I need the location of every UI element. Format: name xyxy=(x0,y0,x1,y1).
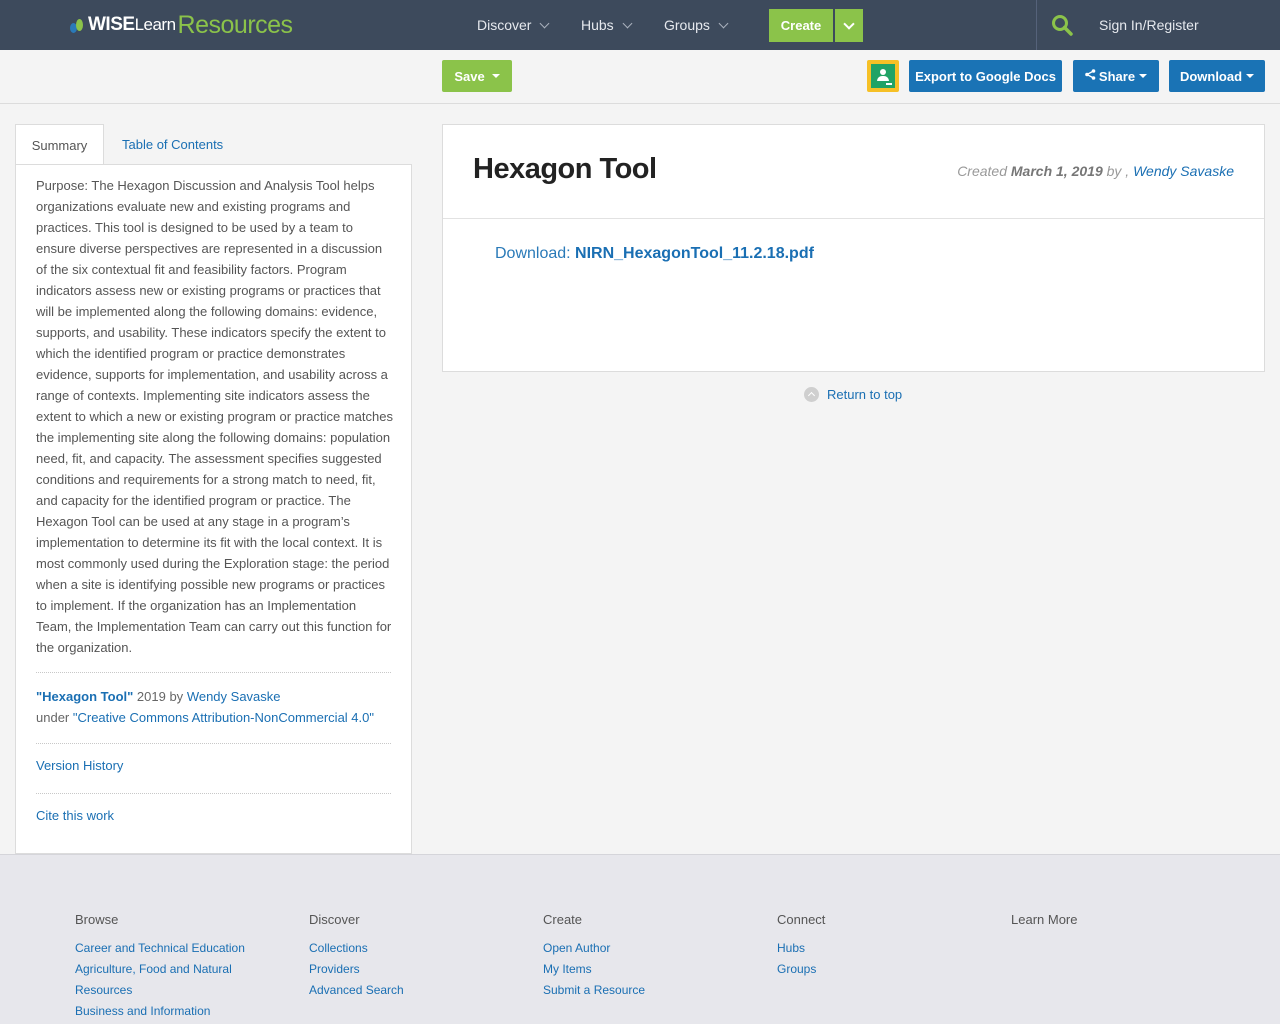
share-icon xyxy=(1085,69,1096,83)
site-logo[interactable]: WISE Learn Resources xyxy=(70,10,294,39)
resource-toolbar: Save Export to Google Docs Share Downloa… xyxy=(0,50,1280,104)
summary-text: Purpose: The Hexagon Discussion and Anal… xyxy=(36,178,393,655)
export-google-docs-button[interactable]: Export to Google Docs xyxy=(909,60,1062,92)
chevron-down-icon xyxy=(718,18,729,28)
caret-down-icon xyxy=(1246,74,1255,78)
nav-groups[interactable]: Groups xyxy=(664,0,729,50)
footer-column-browse: Browse Career and Technical Education Ag… xyxy=(75,912,275,1022)
share-button[interactable]: Share xyxy=(1073,60,1159,92)
logo-wise-text: WISE xyxy=(88,14,135,35)
cite-work-link[interactable]: Cite this work xyxy=(36,808,114,823)
footer-link[interactable]: Collections xyxy=(309,938,509,959)
save-button-label: Save xyxy=(454,68,485,84)
attribution-year-by: 2019 by xyxy=(133,689,187,704)
footer-heading: Learn More xyxy=(1011,912,1078,927)
footer-column-learn-more: Learn More xyxy=(1011,912,1211,938)
return-to-top-label: Return to top xyxy=(827,387,903,402)
divider xyxy=(36,743,391,744)
download-label: Download: xyxy=(495,245,576,262)
created-label: Created xyxy=(957,163,1011,179)
tab-table-of-contents[interactable]: Table of Contents xyxy=(122,124,223,165)
chevron-down-icon xyxy=(540,18,550,28)
footer-link[interactable]: Open Author xyxy=(543,938,743,959)
logo-resources-text: Resources xyxy=(177,10,294,39)
create-dropdown-toggle[interactable] xyxy=(835,9,863,42)
resource-content-card: Hexagon Tool Created March 1, 2019 by , … xyxy=(442,124,1265,372)
footer-heading: Create xyxy=(543,912,583,927)
footer-link[interactable]: Groups xyxy=(777,959,977,980)
nav-hubs-label: Hubs xyxy=(581,17,614,33)
created-by: by , xyxy=(1102,163,1134,179)
nav-groups-label: Groups xyxy=(664,17,710,33)
create-button[interactable]: Create xyxy=(769,9,833,42)
divider xyxy=(36,672,391,673)
attribution-title-link[interactable]: "Hexagon Tool" xyxy=(36,689,133,704)
footer-link[interactable]: My Items xyxy=(543,959,743,980)
download-button-label: Download xyxy=(1179,68,1243,84)
download-button[interactable]: Download xyxy=(1169,60,1265,92)
nav-discover-label: Discover xyxy=(477,17,532,33)
caret-down-icon xyxy=(1139,74,1148,78)
attribution-author-link[interactable]: Wendy Savaske xyxy=(187,689,281,704)
save-button[interactable]: Save xyxy=(442,60,512,92)
footer-link[interactable]: Career and Technical Education xyxy=(75,938,275,959)
footer-column-discover: Discover Collections Providers Advanced … xyxy=(309,912,509,1001)
author-link[interactable]: Wendy Savaske xyxy=(1133,163,1234,179)
footer-heading: Connect xyxy=(777,912,826,927)
signin-register-link[interactable]: Sign In/Register xyxy=(1099,0,1199,50)
created-info: Created March 1, 2019 by , Wendy Savaske xyxy=(957,163,1234,179)
attribution: "Hexagon Tool" 2019 by Wendy Savaske und… xyxy=(36,686,396,728)
nav-divider xyxy=(1036,0,1037,50)
created-date: March 1, 2019 xyxy=(1010,163,1103,179)
site-footer: Browse Career and Technical Education Ag… xyxy=(0,854,1280,1024)
footer-link[interactable]: Hubs xyxy=(777,938,977,959)
footer-heading: Discover xyxy=(309,912,360,927)
footer-link[interactable]: Advanced Search xyxy=(309,980,509,1001)
nav-hubs[interactable]: Hubs xyxy=(581,0,633,50)
footer-column-create: Create Open Author My Items Submit a Res… xyxy=(543,912,743,1001)
logo-icon xyxy=(70,17,86,33)
arrow-up-circle-icon xyxy=(804,387,819,402)
summary-tabs: Summary Table of Contents xyxy=(15,124,412,165)
chevron-down-icon xyxy=(622,18,633,28)
divider xyxy=(443,218,1264,219)
summary-panel: Purpose: The Hexagon Discussion and Anal… xyxy=(15,164,412,854)
tab-summary[interactable]: Summary xyxy=(15,124,104,165)
footer-link[interactable]: Submit a Resource xyxy=(543,980,743,1001)
share-button-label: Share xyxy=(1098,68,1136,84)
footer-link[interactable]: Agriculture, Food and Natural Resources xyxy=(75,959,250,1001)
caret-down-icon xyxy=(491,74,500,78)
download-line: Download: NIRN_HexagonTool_11.2.18.pdf xyxy=(495,245,814,263)
nav-discover[interactable]: Discover xyxy=(477,0,550,50)
search-icon[interactable] xyxy=(1051,14,1073,36)
footer-link[interactable]: Business and Information xyxy=(75,1001,275,1022)
license-link[interactable]: "Creative Commons Attribution-NonCommerc… xyxy=(73,710,374,725)
footer-heading: Browse xyxy=(75,912,119,927)
logo-learn-text: Learn xyxy=(134,15,176,34)
top-navbar: WISE Learn Resources Discover Hubs Groups … xyxy=(0,0,1280,50)
download-file-link[interactable]: NIRN_HexagonTool_11.2.18.pdf xyxy=(575,245,814,262)
google-classroom-icon[interactable] xyxy=(867,60,899,92)
footer-column-connect: Connect Hubs Groups xyxy=(777,912,977,980)
footer-link[interactable]: Providers xyxy=(309,959,509,980)
page-title: Hexagon Tool xyxy=(473,153,657,185)
attribution-under: under xyxy=(36,710,73,725)
chevron-down-icon xyxy=(843,17,855,30)
version-history-link[interactable]: Version History xyxy=(36,758,123,773)
divider xyxy=(36,793,391,794)
return-to-top-link[interactable]: Return to top xyxy=(804,387,902,402)
